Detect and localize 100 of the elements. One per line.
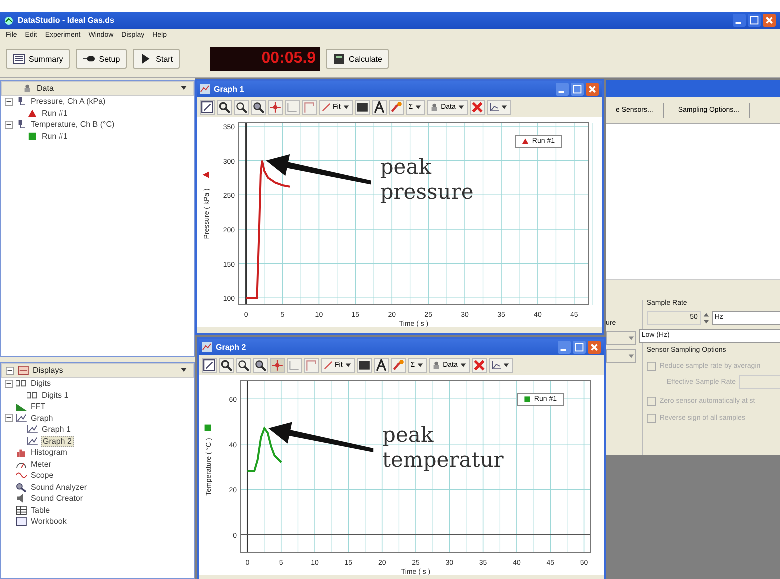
tree-item[interactable]: Run #1 [41, 132, 69, 141]
maximize-icon[interactable] [571, 82, 584, 96]
line-icon [324, 360, 333, 370]
close-icon[interactable] [588, 340, 601, 354]
caret-icon [342, 104, 350, 110]
minimize-icon[interactable] [556, 82, 569, 96]
close-icon[interactable] [586, 82, 599, 96]
magnifier-icon[interactable] [253, 358, 268, 372]
tree-item[interactable]: Workbook [30, 517, 68, 526]
tree-item[interactable]: Table [30, 506, 52, 515]
letter-icon[interactable] [374, 358, 389, 372]
triangle-marker-icon [202, 171, 210, 179]
sensor-icon [432, 360, 442, 370]
sensor-icon [430, 102, 440, 112]
magnifier-icon[interactable] [219, 358, 234, 372]
line-graph-icon [16, 414, 27, 423]
tree-item[interactable]: Graph 1 [41, 425, 72, 434]
caret-icon [417, 362, 424, 368]
line-graph-icon [490, 102, 499, 112]
line-graph-icon [492, 360, 501, 370]
scale-icon[interactable] [200, 100, 215, 114]
caret-icon [460, 362, 467, 368]
minimize-icon[interactable] [558, 340, 571, 354]
settings-dropdown[interactable] [486, 100, 511, 114]
calculate-button[interactable]: Calculate [326, 49, 390, 69]
calculator-icon [333, 54, 346, 64]
expander-icon[interactable] [5, 380, 13, 388]
line-graph-icon [27, 425, 38, 434]
dropdown-field[interactable] [606, 349, 636, 363]
line-graph-icon [27, 436, 38, 446]
magnifier-icon[interactable] [251, 100, 266, 114]
tree-item[interactable]: Sound Analyzer [30, 482, 88, 492]
close-icon[interactable] [763, 14, 776, 27]
expander-icon[interactable] [5, 414, 13, 422]
digits-icon [16, 379, 27, 388]
expander-icon[interactable] [5, 120, 13, 129]
tree-item[interactable]: Pressure, Ch A (kPa) [30, 97, 107, 106]
calculator-icon[interactable] [354, 100, 370, 114]
line-icon [322, 102, 331, 112]
tree-item[interactable]: Sound Creator [30, 494, 84, 504]
toolbar-button[interactable]: Setup [76, 49, 128, 69]
histogram-icon [16, 448, 27, 458]
dropdown-field[interactable] [606, 331, 636, 345]
caret-icon [502, 362, 510, 368]
caret-icon [458, 104, 465, 110]
calculator-icon[interactable] [356, 358, 372, 372]
timer-display: 00:05.9 [210, 47, 320, 71]
sensor-icon [83, 54, 96, 64]
crosshair-icon[interactable] [270, 358, 285, 372]
caret-icon [415, 104, 422, 110]
delete-icon[interactable] [470, 100, 485, 114]
annotation-text: peak temperatur [382, 422, 505, 473]
magnifier-icon [16, 482, 27, 492]
sensor-icon [22, 84, 33, 93]
notebook-icon [16, 517, 27, 526]
expander-icon[interactable] [6, 366, 14, 374]
maximize-icon[interactable] [748, 14, 761, 27]
spectrum-icon [16, 402, 27, 412]
panel-header[interactable]: Displays [1, 363, 194, 378]
tree-item[interactable]: FFT [30, 402, 47, 412]
sensor-icon [16, 120, 27, 130]
tree-item[interactable]: Meter [30, 460, 52, 469]
tree-item[interactable]: Scope [30, 471, 55, 480]
window-title: Graph 2 [216, 342, 246, 352]
toolbar-button[interactable]: Start [133, 49, 180, 69]
square-marker-icon [204, 424, 212, 432]
square-marker-icon [524, 396, 532, 403]
crosshair-icon[interactable] [268, 100, 283, 114]
list-icon [13, 54, 25, 64]
sensor-icon [16, 97, 27, 106]
app-icon [4, 16, 14, 26]
magnifier-icon[interactable] [236, 358, 251, 372]
scale-icon[interactable] [202, 358, 217, 372]
caret-icon [500, 104, 508, 110]
table-icon [16, 506, 27, 515]
maximize-icon[interactable] [573, 340, 586, 354]
letter-icon[interactable] [372, 100, 387, 114]
panel-header[interactable]: Data [1, 81, 194, 96]
caret-icon [628, 334, 635, 342]
tree-item[interactable]: Digits [30, 379, 52, 388]
tree-item[interactable]: Histogram [30, 448, 68, 458]
annotation-text: peak pressure [380, 154, 475, 206]
minimize-icon[interactable] [733, 14, 746, 27]
tree-item[interactable]: Temperature, Ch B (°C) [30, 120, 116, 130]
expander-icon[interactable] [5, 98, 13, 106]
play-icon [140, 54, 152, 64]
magnifier-icon[interactable] [234, 100, 249, 114]
graph-icon [202, 342, 212, 352]
settings-dropdown[interactable] [488, 358, 513, 372]
triangle-marker-icon [522, 138, 530, 145]
window-title: DataStudio - Ideal Gas.ds [18, 16, 114, 25]
tree-item[interactable]: Digits 1 [41, 390, 70, 400]
digits-icon [27, 390, 38, 400]
magnifier-icon[interactable] [217, 100, 232, 114]
tree-item[interactable]: Graph [30, 414, 54, 423]
tree-item[interactable]: Run #1 [41, 108, 69, 118]
toolbar-button[interactable]: Summary [6, 49, 70, 69]
tree-item[interactable]: Graph 2 [41, 436, 74, 447]
graph-icon [200, 84, 210, 94]
delete-icon[interactable] [472, 358, 487, 372]
